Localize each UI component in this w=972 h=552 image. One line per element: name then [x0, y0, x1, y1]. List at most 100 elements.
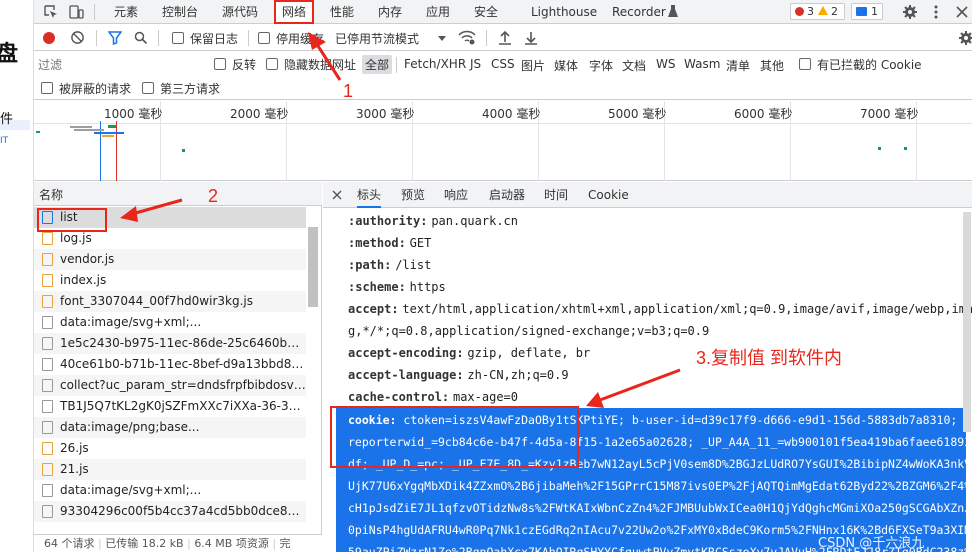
request-row[interactable]: font_3307044_00f7hd0wir3kg.js	[34, 291, 306, 312]
tab-recorder[interactable]: Recorder	[612, 0, 666, 24]
request-name: data:image/png;base...	[60, 420, 200, 434]
filter-type-img[interactable]: 图片	[521, 57, 545, 74]
filter-type-ws[interactable]: WS	[656, 57, 675, 71]
script-file-icon	[42, 274, 53, 287]
request-name: index.js	[60, 273, 107, 287]
hide-data-urls-checkbox[interactable]	[266, 58, 278, 70]
header-value: max-age=0	[452, 390, 519, 404]
image-file-icon	[42, 337, 53, 350]
request-row[interactable]: vendor.js	[34, 249, 306, 270]
request-header-line: accept: text/html,application/xhtml+xml,…	[348, 298, 972, 320]
request-row[interactable]: 21.js	[34, 459, 306, 480]
request-name: collect?uc_param_str=dndsfrpfbibdosvessb…	[60, 378, 306, 392]
request-list-scrollbar[interactable]	[308, 227, 318, 307]
request-name: vendor.js	[60, 252, 115, 266]
search-icon[interactable]	[134, 31, 148, 45]
header-value: pan.quark.cn	[431, 214, 519, 228]
record-icon[interactable]	[43, 32, 55, 44]
chevron-down-icon[interactable]	[438, 36, 446, 41]
header-value: /list	[395, 258, 432, 272]
filter-type-doc[interactable]: 文档	[622, 57, 646, 74]
filter-icon[interactable]	[108, 31, 122, 45]
network-overview[interactable]: 1000 毫秒 2000 毫秒 3000 毫秒 4000 毫秒 5000 毫秒 …	[34, 101, 972, 181]
tab-console[interactable]: 控制台	[162, 0, 198, 24]
request-row[interactable]: collect?uc_param_str=dndsfrpfbibdosvessb…	[34, 375, 306, 396]
filter-type-js[interactable]: JS	[470, 57, 481, 71]
name-column-header[interactable]: 名称	[34, 182, 322, 206]
request-row[interactable]: index.js	[34, 270, 306, 291]
filter-type-all[interactable]: 全部	[362, 55, 393, 74]
issue-counts[interactable]: 3 2	[790, 3, 845, 20]
network-settings-icon[interactable]	[958, 30, 972, 46]
header-key: cache-control:	[348, 390, 450, 404]
request-header-line: :authority: pan.quark.cn	[348, 210, 518, 232]
third-party-checkbox[interactable]	[142, 82, 154, 94]
request-row[interactable]: 26.js	[34, 438, 306, 459]
resources-size: 6.4 MB 项资源	[194, 537, 269, 550]
settings-gear-icon[interactable]	[902, 4, 918, 20]
request-name: 93304296c00f5b4cc37a4cd5bb0dce80.png	[60, 504, 306, 518]
tab-response[interactable]: 响应	[444, 182, 468, 208]
request-count: 64 个请求	[44, 537, 95, 550]
close-icon[interactable]	[954, 4, 970, 20]
tab-preview[interactable]: 预览	[401, 182, 425, 208]
tab-elements[interactable]: 元素	[114, 0, 138, 24]
image-file-icon	[42, 421, 53, 434]
request-row[interactable]: 1e5c2430-b975-11ec-86de-25c6460bdf32.png	[34, 333, 306, 354]
header-key: :method:	[348, 236, 406, 250]
request-row[interactable]: 93304296c00f5b4cc37a4cd5bb0dce80.png	[34, 501, 306, 522]
request-row[interactable]: TB1J5Q7tKL2gK0jSZFmXXc7iXXa-36-32.png	[34, 396, 306, 417]
info-counts[interactable]: 1	[851, 3, 883, 20]
tab-memory[interactable]: 内存	[378, 0, 402, 24]
filter-type-wasm[interactable]: Wasm	[684, 57, 720, 71]
tab-cookies[interactable]: Cookie	[588, 182, 629, 208]
request-row[interactable]: data:image/svg+xml;...	[34, 480, 306, 501]
tab-headers[interactable]: 标头	[357, 182, 382, 208]
filter-type-manifest[interactable]: 清单	[726, 57, 750, 74]
tab-lighthouse[interactable]: Lighthouse	[531, 0, 597, 24]
clear-icon[interactable]	[70, 30, 85, 45]
request-row[interactable]: data:image/png;base...	[34, 417, 306, 438]
tab-timing[interactable]: 时间	[544, 182, 568, 208]
request-name: 40ce61b0-b71b-11ec-8bef-d9a13bbd84ec.png	[60, 357, 306, 371]
third-party-label: 第三方请求	[160, 82, 221, 96]
tab-application[interactable]: 应用	[426, 0, 450, 24]
annotation-box-cookie	[330, 406, 579, 468]
disable-cache-checkbox[interactable]	[258, 32, 270, 44]
tab-network[interactable]: 网络	[274, 0, 315, 24]
export-har-icon[interactable]	[524, 30, 538, 45]
request-row[interactable]: 40ce61b0-b71b-11ec-8bef-d9a13bbd84ec.png	[34, 354, 306, 375]
preserve-log-checkbox[interactable]	[172, 32, 184, 44]
filter-type-css[interactable]: CSS	[491, 57, 515, 71]
transferred-size: 已传输 18.2 kB	[105, 537, 184, 550]
annotation-step-2: 2	[208, 186, 219, 206]
detail-scrollbar[interactable]	[963, 212, 971, 432]
filter-input[interactable]	[38, 55, 206, 75]
request-header-line: accept-language: zh-CN,zh;q=0.9	[348, 364, 569, 386]
device-toolbar-icon[interactable]	[68, 4, 84, 20]
filter-type-other[interactable]: 其他	[760, 57, 784, 74]
tab-performance[interactable]: 性能	[330, 0, 354, 24]
filter-type-media[interactable]: 媒体	[554, 57, 578, 74]
finish-time: 完	[279, 537, 291, 550]
script-file-icon	[42, 463, 53, 476]
inspect-element-icon[interactable]	[43, 4, 59, 20]
network-conditions-icon[interactable]	[458, 30, 476, 45]
tab-sources[interactable]: 源代码	[222, 0, 258, 24]
blocked-cookies-checkbox[interactable]	[799, 58, 811, 70]
filter-type-fetch-xhr[interactable]: Fetch/XHR	[404, 57, 466, 71]
tab-initiator[interactable]: 启动器	[489, 182, 525, 208]
info-count: 1	[871, 5, 878, 18]
throttle-select[interactable]: 已停用节流模式	[335, 30, 419, 47]
request-header-line: :method: GET	[348, 232, 431, 254]
close-detail-icon[interactable]	[332, 190, 342, 200]
error-icon	[795, 7, 804, 16]
more-options-icon[interactable]	[928, 4, 944, 20]
invert-checkbox[interactable]	[214, 58, 226, 70]
tab-security[interactable]: 安全	[474, 0, 498, 24]
filter-type-font[interactable]: 字体	[589, 57, 613, 74]
blocked-requests-checkbox[interactable]	[41, 82, 53, 94]
import-har-icon[interactable]	[498, 30, 512, 45]
request-row[interactable]: data:image/svg+xml;...	[34, 312, 306, 333]
overview-bar	[70, 126, 92, 128]
